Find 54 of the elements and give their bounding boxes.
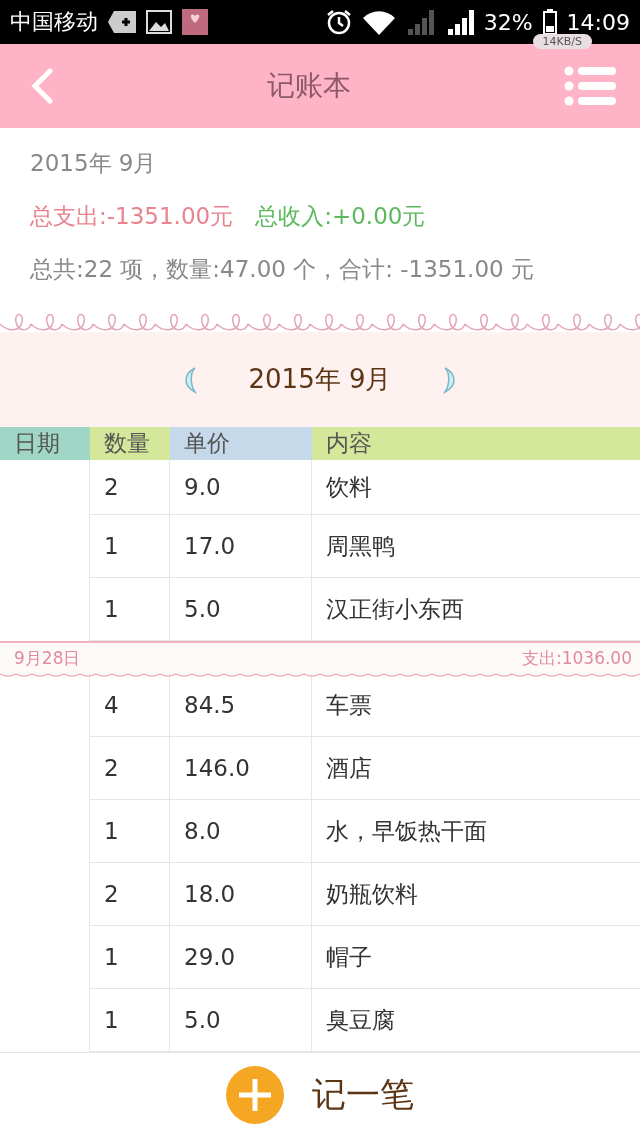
add-entry-button[interactable]: 记一笔 [220,1065,420,1125]
content-cell-text: 车票 [325,690,373,720]
back-button[interactable] [30,68,54,104]
total-expense: 总支出:-1351.00元 [30,202,234,231]
price-cell: 146.0 [170,737,312,799]
page-title: 记账本 [267,68,351,104]
price-cell: 5.0 [170,989,312,1051]
signal-icon [405,9,434,35]
quantity-cell: 4 [90,674,170,736]
plus-tag-icon [108,11,136,33]
quantity-cell: 2 [90,863,170,925]
column-header: 内容 [312,427,640,460]
network-speed: 14KB/S [532,34,592,49]
content-cell-text: 饮料 [325,472,373,502]
group-date: 9月28日 [14,647,81,670]
quantity-cell: 1 [90,926,170,988]
alarm-icon [325,9,352,35]
price-cell: 9.0 [170,460,312,514]
plus-icon [226,1066,284,1124]
price-cell: 17.0 [170,515,312,577]
content-cell-text: 帽子 [325,942,373,972]
content-cell-text: 水，早饭热干面 [325,816,488,846]
content-cell-text: 奶瓶饮料 [325,879,419,909]
content-cell-text: 汉正街小东西 [325,594,465,624]
summary-month: 2015年 9月 [30,149,157,178]
column-header: 数量 [90,427,170,460]
quantity-cell: 2 [90,460,170,514]
content-cell-text: 周黑鸭 [325,531,396,561]
battery-level: 32% [483,9,533,35]
current-month: 2015年 9月 [248,363,392,396]
column-header: 日期 [0,427,90,460]
clock-time: 14:09 [566,9,630,35]
quantity-cell: 1 [90,989,170,1051]
battery-icon [542,9,557,35]
total-income: 总收入:+0.00元 [255,202,426,231]
column-header: 单价 [170,427,312,460]
wifi-icon [361,9,396,35]
image-icon [146,10,172,34]
price-cell: 5.0 [170,578,312,640]
price-cell: 18.0 [170,863,312,925]
group-total: 支出:1036.00 [521,647,632,670]
price-cell: 84.5 [170,674,312,736]
quantity-cell: 1 [90,578,170,640]
price-cell: 29.0 [170,926,312,988]
carrier-name: 中国移动 [10,8,98,36]
quantity-cell: 2 [90,737,170,799]
quantity-cell: 1 [90,800,170,862]
summary-totals: 总共:22 项，数量:47.00 个，合计: -1351.00 元 [30,255,534,284]
heart-app-icon [182,9,208,35]
quantity-cell: 1 [90,515,170,577]
content-cell-text: 臭豆腐 [325,1005,396,1035]
price-cell: 8.0 [170,800,312,862]
menu-button[interactable] [564,66,616,106]
content-cell-text: 酒店 [325,753,373,783]
